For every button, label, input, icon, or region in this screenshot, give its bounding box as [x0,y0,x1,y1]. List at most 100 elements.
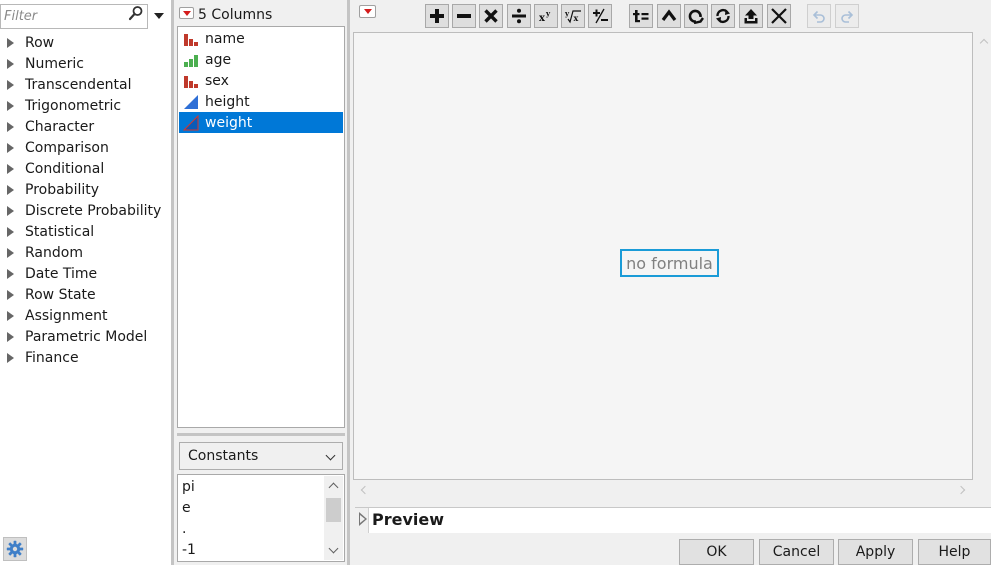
category-row-state[interactable]: Row State [0,284,171,305]
middle-splitter[interactable] [347,0,350,565]
scroll-left-icon[interactable] [360,485,370,495]
formula-placeholder[interactable]: no formula [620,249,719,277]
category-random[interactable]: Random [0,242,171,263]
category-label: Parametric Model [25,328,148,345]
category-label: Random [25,244,83,261]
unary-icon [688,9,704,24]
scroll-right-icon[interactable] [956,485,966,495]
constant-item[interactable]: . [182,519,186,540]
columns-menu-button[interactable] [179,7,194,19]
left-splitter[interactable] [171,0,174,565]
scroll-thumb[interactable] [326,498,341,522]
column-list: name age sex height weight [177,26,345,428]
expand-arrow-icon [7,184,14,195]
filter-input[interactable] [4,7,122,26]
filter-box [0,4,148,29]
svg-text:y: y [545,9,551,18]
red-triangle-menu-icon [364,9,372,14]
redo-button[interactable] [835,4,859,28]
scroll-up-icon[interactable] [979,38,989,48]
category-label: Character [25,118,95,135]
category-parametric-model[interactable]: Parametric Model [0,326,171,347]
subtract-button[interactable] [452,4,476,28]
root-button[interactable]: yx [561,4,585,28]
category-finance[interactable]: Finance [0,347,171,368]
category-probability[interactable]: Probability [0,179,171,200]
local-variable-button[interactable] [629,4,653,28]
category-date-time[interactable]: Date Time [0,263,171,284]
upload-button[interactable] [739,4,763,28]
category-label: Row State [25,286,96,303]
category-comparison[interactable]: Comparison [0,137,171,158]
category-label: Conditional [25,160,105,177]
power-icon: xy [539,9,551,24]
power-button[interactable]: xy [534,4,558,28]
category-label: Comparison [25,139,109,156]
column-item-name[interactable]: name [179,28,343,49]
category-statistical[interactable]: Statistical [0,221,171,242]
apply-button[interactable]: Apply [838,539,913,565]
plus-minus-icon [593,8,608,24]
column-item-age[interactable]: age [179,49,343,70]
scroll-down-icon[interactable] [328,543,339,554]
category-trigonometric[interactable]: Trigonometric [0,95,171,116]
category-label: Assignment [25,307,108,324]
plus-icon [430,9,444,23]
settings-button[interactable] [3,537,27,561]
search-icon[interactable] [128,5,144,21]
constant-item[interactable]: pi [182,477,195,498]
column-splitter[interactable] [177,433,345,436]
preview-header[interactable] [368,508,991,533]
column-item-sex[interactable]: sex [179,70,343,91]
peel-button[interactable] [657,4,681,28]
scroll-up-icon[interactable] [328,482,339,493]
column-name: sex [205,72,229,89]
category-conditional[interactable]: Conditional [0,158,171,179]
root-icon: yx [564,9,581,24]
category-assignment[interactable]: Assignment [0,305,171,326]
divide-button[interactable] [507,4,531,28]
cancel-button[interactable]: Cancel [759,539,834,565]
constants-select[interactable]: Constants [179,442,343,470]
unary-button[interactable] [684,4,708,28]
change-sign-button[interactable] [588,4,612,28]
formula-menu-button[interactable] [359,5,376,18]
expand-arrow-icon [7,310,14,321]
expand-arrow-icon [7,226,14,237]
expand-arrow-icon [7,352,14,363]
chevron-down-icon [153,13,164,19]
help-button[interactable]: Help [918,539,991,565]
swap-button[interactable] [711,4,735,28]
category-row[interactable]: Row [0,32,171,53]
constant-item[interactable]: -1 [182,540,196,561]
undo-button[interactable] [807,4,831,28]
constant-item[interactable]: e [182,498,191,519]
column-item-height[interactable]: height [179,91,343,112]
expand-arrow-icon [7,331,14,342]
category-label: Date Time [25,265,98,282]
multiply-button[interactable] [479,4,503,28]
delete-button[interactable] [767,4,791,28]
disclosure-triangle-inner [360,515,365,523]
category-label: Trigonometric [25,97,122,114]
column-name: name [205,30,245,47]
category-label: Discrete Probability [25,202,162,219]
continuous-triangle-icon [183,114,199,130]
swap-icon [716,8,730,24]
column-item-weight[interactable]: weight [179,112,343,133]
category-character[interactable]: Character [0,116,171,137]
constants-scrollbar[interactable] [324,476,343,560]
redo-icon [841,10,854,23]
ok-button[interactable]: OK [679,539,754,565]
preview-title: Preview [372,510,445,529]
filter-options-dropdown[interactable] [150,5,167,27]
continuous-triangle-icon [184,94,198,109]
category-label: Numeric [25,55,84,72]
expand-arrow-icon [7,37,14,48]
category-transcendental[interactable]: Transcendental [0,74,171,95]
category-discrete-probability[interactable]: Discrete Probability [0,200,171,221]
function-category-list: Row Numeric Transcendental Trigonometric… [0,32,171,368]
category-numeric[interactable]: Numeric [0,53,171,74]
expand-arrow-icon [7,163,14,174]
add-button[interactable] [425,4,449,28]
